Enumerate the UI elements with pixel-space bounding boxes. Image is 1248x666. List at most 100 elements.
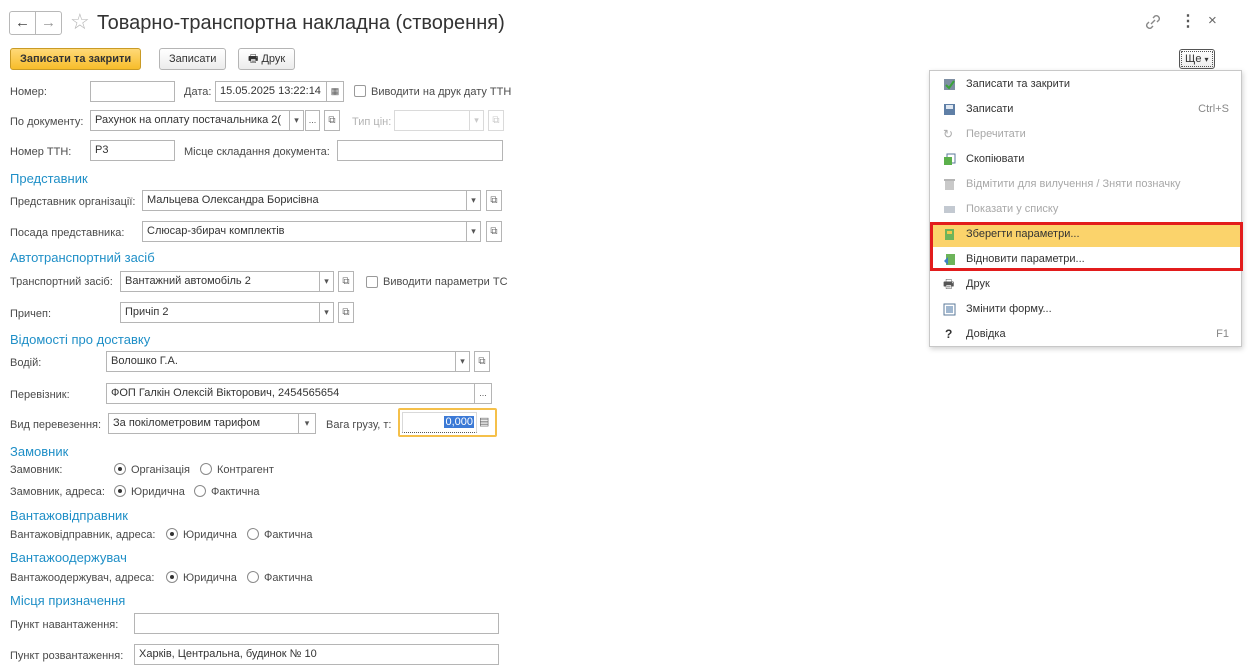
- forward-button[interactable]: →: [35, 11, 62, 35]
- position-input[interactable]: Слюсар-збирач комплектів: [142, 221, 467, 242]
- menu-item-show-in-list[interactable]: Показати у списку: [930, 197, 1241, 222]
- consignee-address-label: Вантажоодержувач, адреса:: [10, 572, 155, 584]
- price-type-dropdown[interactable]: ▾: [469, 110, 484, 131]
- menu-item-help[interactable]: ? Довідка F1: [930, 322, 1241, 347]
- save-close-button[interactable]: Записати та закрити: [10, 48, 142, 70]
- customer-org-label: Організація: [131, 464, 190, 476]
- unloading-point-input[interactable]: Харків, Центральна, будинок № 10: [134, 644, 499, 665]
- price-type-open-icon[interactable]: ⧉: [488, 110, 504, 131]
- transport-type-input[interactable]: За покілометровим тарифом: [108, 413, 299, 434]
- section-destinations: Місця призначення: [10, 593, 126, 608]
- customer-address-actual-label: Фактична: [211, 486, 260, 498]
- by-document-label: По документу:: [10, 116, 84, 128]
- print-vehicle-params-checkbox[interactable]: [366, 276, 378, 288]
- link-icon[interactable]: [1143, 12, 1163, 32]
- arrow-left-icon: ←: [15, 14, 30, 31]
- shipper-address-legal-label: Юридична: [183, 529, 237, 541]
- menu-item-change-form[interactable]: Змінити форму...: [930, 297, 1241, 322]
- section-shipper: Вантажовідправник: [10, 508, 128, 523]
- customer-address-legal-radio[interactable]: [114, 485, 126, 497]
- consignee-address-actual-label: Фактична: [264, 572, 313, 584]
- price-type-label: Тип цін:: [352, 116, 392, 128]
- number-label: Номер:: [10, 86, 47, 98]
- ttn-number-input[interactable]: Р3: [90, 140, 175, 161]
- back-button[interactable]: ←: [9, 11, 36, 35]
- section-delivery: Відомості про доставку: [10, 332, 151, 347]
- number-input[interactable]: [90, 81, 175, 102]
- printer-icon: 🖶: [248, 53, 259, 65]
- trailer-dropdown[interactable]: ▾: [319, 302, 334, 323]
- carrier-input[interactable]: ФОП Галкін Олексій Вікторович, 245456565…: [106, 383, 475, 404]
- print-date-label: Виводити на друк дату ТТН: [371, 86, 512, 98]
- save-close-icon: [943, 78, 956, 91]
- customer-org-radio[interactable]: [114, 463, 126, 475]
- menu-item-reread[interactable]: ↻ Перечитати: [930, 122, 1241, 147]
- vehicle-input[interactable]: Вантажний автомобіль 2: [120, 271, 320, 292]
- more-actions-icon[interactable]: ⋮: [1180, 11, 1196, 31]
- menu-item-save-close[interactable]: Записати та закрити: [930, 72, 1241, 97]
- place-input[interactable]: [337, 140, 503, 161]
- vehicle-dropdown[interactable]: ▾: [319, 271, 334, 292]
- consignee-address-legal-radio[interactable]: [166, 571, 178, 583]
- position-open-icon[interactable]: ⧉: [486, 221, 502, 242]
- carrier-select-button[interactable]: ...: [474, 383, 492, 404]
- printer-icon: 🖶: [943, 277, 955, 291]
- trailer-open-icon[interactable]: ⧉: [338, 302, 354, 323]
- close-icon[interactable]: ×: [1208, 12, 1217, 29]
- org-rep-open-icon[interactable]: ⧉: [486, 190, 502, 211]
- print-date-checkbox[interactable]: [354, 85, 366, 97]
- vehicle-open-icon[interactable]: ⧉: [338, 271, 354, 292]
- org-rep-input[interactable]: Мальцева Олександра Борисівна: [142, 190, 467, 211]
- shipper-address-actual-radio[interactable]: [247, 528, 259, 540]
- customer-contractor-radio[interactable]: [200, 463, 212, 475]
- section-representative: Представник: [10, 171, 88, 186]
- calendar-icon[interactable]: ▦: [326, 81, 344, 102]
- shipper-address-legal-radio[interactable]: [166, 528, 178, 540]
- weight-value: 0,000: [444, 416, 474, 428]
- position-label: Посада представника:: [10, 227, 125, 239]
- page-title: Товарно-транспортна накладна (створення): [97, 12, 505, 34]
- form-icon: [943, 303, 956, 316]
- customer-address-actual-radio[interactable]: [194, 485, 206, 497]
- date-label: Дата:: [184, 86, 212, 98]
- consignee-address-legal-label: Юридична: [183, 572, 237, 584]
- calculator-icon[interactable]: ▤: [479, 415, 492, 430]
- transport-type-label: Вид перевезення:: [10, 419, 102, 431]
- driver-dropdown[interactable]: ▾: [455, 351, 470, 372]
- print-button[interactable]: 🖶 Друк: [238, 48, 296, 70]
- by-document-dropdown[interactable]: ▾: [289, 110, 304, 131]
- weight-input[interactable]: 0,000: [402, 412, 477, 433]
- position-dropdown[interactable]: ▾: [466, 221, 481, 242]
- arrow-right-icon: →: [41, 14, 56, 31]
- weight-label: Вага грузу, т:: [326, 419, 392, 431]
- driver-input[interactable]: Волошко Г.А.: [106, 351, 456, 372]
- customer-label: Замовник:: [10, 464, 63, 476]
- menu-item-print[interactable]: 🖶 Друк: [930, 272, 1241, 297]
- favorite-star-icon[interactable]: ☆: [70, 8, 90, 36]
- customer-address-label: Замовник, адреса:: [10, 486, 105, 498]
- list-icon: [943, 203, 956, 216]
- shipper-address-actual-label: Фактична: [264, 529, 313, 541]
- loading-point-input[interactable]: [134, 613, 499, 634]
- save-button[interactable]: Записати: [159, 48, 227, 70]
- transport-type-dropdown[interactable]: ▾: [298, 413, 316, 434]
- more-button[interactable]: Ще ▾: [1179, 49, 1215, 69]
- unloading-point-label: Пункт розвантаження:: [10, 650, 124, 662]
- vehicle-label: Транспортний засіб:: [10, 276, 113, 288]
- by-document-select-button[interactable]: ...: [305, 110, 320, 131]
- menu-item-copy[interactable]: Скопіювати: [930, 147, 1241, 172]
- driver-open-icon[interactable]: ⧉: [474, 351, 490, 372]
- more-menu: Записати та закрити Записати Ctrl+S ↻ Пе…: [929, 70, 1242, 347]
- annotation-highlight-box: [930, 222, 1243, 271]
- ttn-number-label: Номер ТТН:: [10, 146, 72, 158]
- by-document-open-icon[interactable]: ⧉: [324, 110, 340, 131]
- price-type-input[interactable]: [394, 110, 470, 131]
- section-vehicle: Автотранспортний засіб: [10, 250, 155, 265]
- menu-item-save[interactable]: Записати Ctrl+S: [930, 97, 1241, 122]
- org-rep-dropdown[interactable]: ▾: [466, 190, 481, 211]
- trailer-input[interactable]: Причіп 2: [120, 302, 320, 323]
- by-document-input[interactable]: Рахунок на оплату постачальника 2(: [90, 110, 290, 131]
- consignee-address-actual-radio[interactable]: [247, 571, 259, 583]
- menu-item-mark-delete[interactable]: Відмітити для вилучення / Зняти позначку: [930, 172, 1241, 197]
- date-input[interactable]: 15.05.2025 13:22:14: [215, 81, 327, 102]
